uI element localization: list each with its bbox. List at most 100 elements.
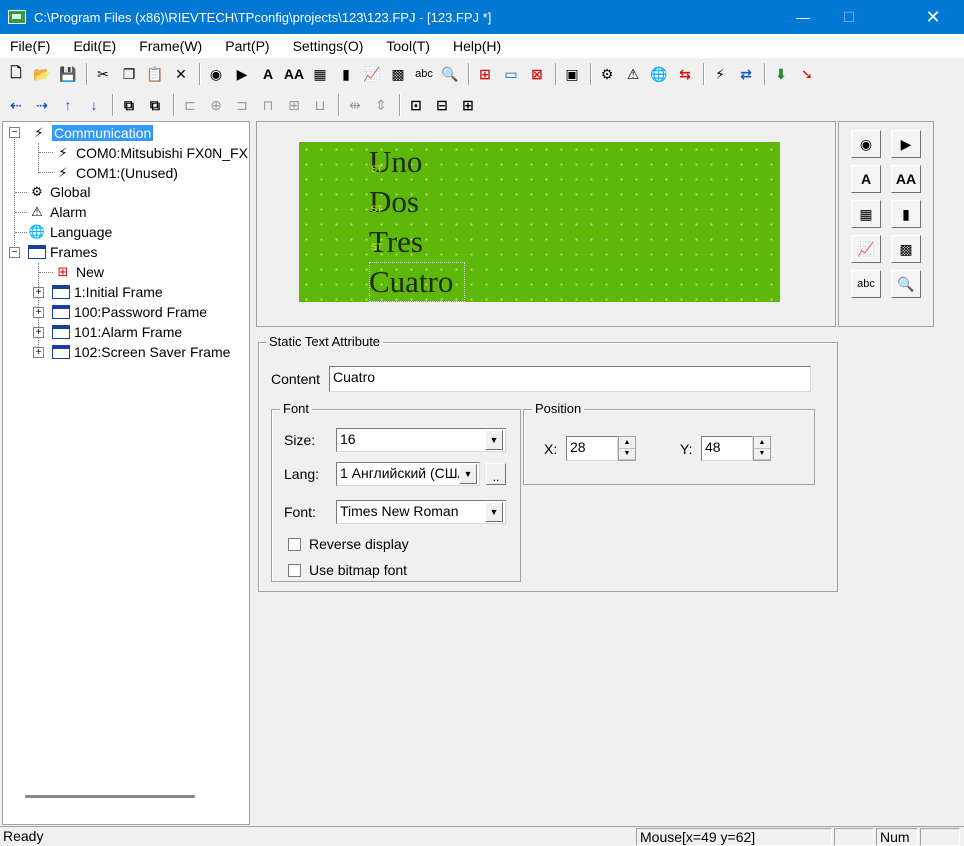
- x-input[interactable]: 28: [566, 436, 618, 461]
- delete-icon[interactable]: ✕: [169, 62, 193, 86]
- multi-text-icon[interactable]: AA: [891, 165, 921, 193]
- center-both-icon[interactable]: ⊞: [456, 93, 480, 117]
- minimize-button[interactable]: —: [780, 0, 826, 34]
- download-image-icon[interactable]: ▣: [560, 62, 584, 86]
- cut-icon[interactable]: ✂: [91, 62, 115, 86]
- save-icon[interactable]: 💾: [56, 62, 80, 86]
- move-left-icon[interactable]: ⇠: [4, 93, 28, 117]
- content-input[interactable]: Cuatro: [329, 366, 811, 392]
- send-back-icon[interactable]: ⧉: [143, 93, 167, 117]
- tree-item-com0[interactable]: ⚡ COM0:Mitsubishi FX0N_FX1N: [53, 143, 249, 163]
- lamp-part-icon[interactable]: ◉: [851, 130, 881, 158]
- spin-up-icon[interactable]: ▲: [619, 437, 635, 449]
- lcd-text-line[interactable]: Uno: [369, 144, 422, 180]
- tree-item-com1[interactable]: ⚡ COM1:(Unused): [53, 163, 178, 183]
- delete-frame-icon[interactable]: ⊠: [525, 62, 549, 86]
- expand-frame-100[interactable]: +: [33, 307, 44, 318]
- add-frame-icon[interactable]: ⊞: [473, 62, 497, 86]
- button-part-icon[interactable]: ▶: [230, 62, 254, 86]
- abc-input-icon[interactable]: abc: [851, 270, 881, 298]
- space-horizontal-icon[interactable]: ⇹: [343, 93, 367, 117]
- lcd-text-line[interactable]: Dos: [369, 184, 419, 220]
- tree-item-global[interactable]: ⚙ Global: [27, 182, 90, 202]
- checkbox-box[interactable]: [288, 537, 301, 551]
- chevron-down-icon[interactable]: ▼: [459, 464, 477, 484]
- compare-icon[interactable]: ⇄: [734, 62, 758, 86]
- menu-frame[interactable]: Frame(W): [133, 38, 208, 54]
- static-text-icon[interactable]: A: [256, 62, 280, 86]
- maximize-button[interactable]: ☐: [826, 0, 872, 34]
- tree-item-frame-101[interactable]: 101:Alarm Frame: [51, 322, 182, 342]
- close-button[interactable]: ✕: [910, 0, 956, 34]
- spin-down-icon[interactable]: ▼: [619, 449, 635, 460]
- lamp-part-icon[interactable]: ◉: [204, 62, 228, 86]
- tree-item-communication[interactable]: ⚡ Communication: [29, 123, 154, 143]
- horizontal-scrollbar[interactable]: [25, 795, 195, 798]
- open-folder-icon[interactable]: 📂: [30, 62, 54, 86]
- space-vertical-icon[interactable]: ⇕: [369, 93, 393, 117]
- alarm-warning-icon[interactable]: ⚠: [621, 62, 645, 86]
- align-bottom-icon[interactable]: ⊔: [308, 93, 332, 117]
- center-horizontal-icon[interactable]: ⊡: [404, 93, 428, 117]
- expand-frame-1[interactable]: +: [33, 287, 44, 298]
- tree-item-frame-1[interactable]: 1:Initial Frame: [51, 282, 163, 302]
- abc-input-icon[interactable]: abc: [412, 62, 436, 86]
- move-up-icon[interactable]: ↑: [56, 93, 80, 117]
- menu-tool[interactable]: Tool(T): [380, 38, 436, 54]
- selection-box[interactable]: [369, 262, 465, 302]
- tree-item-frame-102[interactable]: 102:Screen Saver Frame: [51, 342, 230, 362]
- numeric-display-icon[interactable]: ▦: [851, 200, 881, 228]
- numeric-display-icon[interactable]: ▦: [308, 62, 332, 86]
- spin-up-icon[interactable]: ▲: [754, 437, 770, 449]
- align-middle-icon[interactable]: ⊞: [282, 93, 306, 117]
- tree-item-frames[interactable]: Frames: [27, 242, 97, 262]
- checkbox-box[interactable]: [288, 563, 301, 577]
- search-icon[interactable]: 🔍: [891, 270, 921, 298]
- lang-browse-button[interactable]: ..: [486, 463, 506, 485]
- y-spinner[interactable]: ▲ ▼: [753, 436, 771, 461]
- button-part-icon[interactable]: ▶: [891, 130, 921, 158]
- spin-down-icon[interactable]: ▼: [754, 449, 770, 460]
- y-input[interactable]: 48: [701, 436, 753, 461]
- use-bitmap-font-checkbox[interactable]: Use bitmap font: [288, 562, 407, 578]
- align-right-icon[interactable]: ⊐: [230, 93, 254, 117]
- move-right-icon[interactable]: ⇢: [30, 93, 54, 117]
- multi-text-icon[interactable]: AA: [282, 62, 306, 86]
- bar-graph-icon[interactable]: ▮: [891, 200, 921, 228]
- download-icon[interactable]: ⬇: [769, 62, 793, 86]
- menu-part[interactable]: Part(P): [219, 38, 275, 54]
- gears-icon[interactable]: ⚙: [595, 62, 619, 86]
- bitmap-part-icon[interactable]: ▩: [386, 62, 410, 86]
- copy-icon[interactable]: ❐: [117, 62, 141, 86]
- move-down-icon[interactable]: ↓: [82, 93, 106, 117]
- menu-file[interactable]: File(F): [4, 38, 56, 54]
- x-spinner[interactable]: ▲ ▼: [618, 436, 636, 461]
- bitmap-part-icon[interactable]: ▩: [891, 235, 921, 263]
- new-file-icon[interactable]: 🗋: [4, 62, 28, 86]
- lcd-screen[interactable]: Uno ST Dos ST Tres ST Cuatro: [299, 142, 780, 302]
- tree-item-language[interactable]: 🌐 Language: [27, 222, 112, 242]
- align-left-icon[interactable]: ⊏: [178, 93, 202, 117]
- upload-arrow-icon[interactable]: ➘: [795, 62, 819, 86]
- trend-chart-icon[interactable]: 📈: [360, 62, 384, 86]
- expand-frame-101[interactable]: +: [33, 327, 44, 338]
- align-top-icon[interactable]: ⊓: [256, 93, 280, 117]
- collapse-frames[interactable]: −: [9, 247, 20, 258]
- paste-icon[interactable]: 📋: [143, 62, 167, 86]
- bring-front-icon[interactable]: ⧉: [117, 93, 141, 117]
- tree-item-new[interactable]: ⊞ New: [53, 262, 104, 282]
- frame-properties-icon[interactable]: ▭: [499, 62, 523, 86]
- trend-chart-icon[interactable]: 📈: [851, 235, 881, 263]
- expand-frame-102[interactable]: +: [33, 347, 44, 358]
- chevron-down-icon[interactable]: ▼: [485, 430, 503, 450]
- menu-settings[interactable]: Settings(O): [287, 38, 370, 54]
- tree-item-alarm[interactable]: ⚠ Alarm: [27, 202, 86, 222]
- tree-item-frame-100[interactable]: 100:Password Frame: [51, 302, 207, 322]
- menu-edit[interactable]: Edit(E): [67, 38, 122, 54]
- size-select[interactable]: 16: [336, 428, 506, 452]
- transfer-icon[interactable]: ⇆: [673, 62, 697, 86]
- communication-icon[interactable]: ⚡: [708, 62, 732, 86]
- globe-icon[interactable]: 🌐: [647, 62, 671, 86]
- static-text-icon[interactable]: A: [851, 165, 881, 193]
- font-select[interactable]: Times New Roman: [336, 500, 506, 524]
